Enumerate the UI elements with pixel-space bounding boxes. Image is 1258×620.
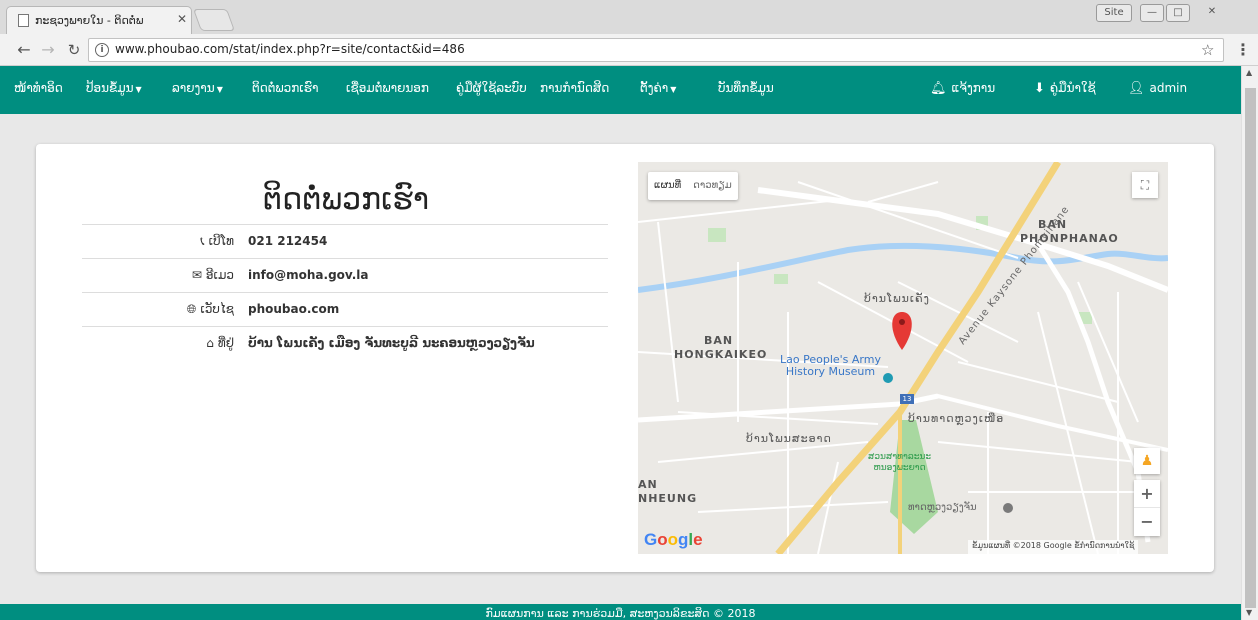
close-window-icon[interactable]: ✕ bbox=[1196, 4, 1228, 22]
envelope-icon: ✉ bbox=[191, 268, 202, 282]
fullscreen-icon[interactable]: ⛶ bbox=[1132, 172, 1158, 198]
page-icon bbox=[18, 14, 29, 27]
browser-menu-icon[interactable]: ⋮ bbox=[1235, 40, 1251, 60]
map-label-hongkaikeo: HONGKAIKEO bbox=[674, 348, 768, 361]
map-label-that-luang-stupa: ທາດຫຼວງວຽງຈັນ bbox=[908, 502, 977, 513]
google-logo[interactable]: Google bbox=[644, 530, 703, 550]
map-label-park: ສວນສາທາລະນະ ຫນອງພະຍາດ bbox=[868, 452, 932, 473]
map-label-phonkheng: ບ້ານໂພນເຄັງ bbox=[864, 292, 930, 305]
main-navbar: ໜ້າທຳອິດ ປ້ອນຂໍ້ມູນ ▼ ລາຍງານ ▼ ຕິດຕໍ່ພວກເຮ… bbox=[0, 66, 1241, 114]
contact-row-email: ✉ ອີເມວ info@moha.gov.la bbox=[82, 258, 608, 292]
browser-tab[interactable]: ກະຊວງພາຍໃນ - ຕິດຕໍ່ພ ✕ bbox=[6, 6, 192, 34]
contact-card: ຕິດຕໍ່ພວກເຮົາ 📞︎ ເບີໂທ 021 212454 ✉ ອີເມວ … bbox=[36, 144, 1214, 572]
map-label-phonsaat: ບ້ານໂພນສະອາດ bbox=[746, 432, 832, 445]
map-tab-satellite[interactable]: ດາວທຽມ bbox=[687, 172, 738, 199]
globe-icon: 🌐︎ bbox=[186, 302, 197, 316]
map-label-ban-2: BAN bbox=[704, 334, 734, 347]
nav-notifications[interactable]: 🔔︎ ແຈ້ງການ bbox=[930, 81, 995, 99]
nav-item-contact[interactable]: ຕິດຕໍ່ພວກເຮົາ bbox=[252, 81, 318, 99]
browser-tabstrip: ກະຊວງພາຍໃນ - ຕິດຕໍ່ພ ✕ Site — □ ✕ bbox=[0, 0, 1258, 34]
phone-icon: 📞︎ bbox=[200, 234, 205, 248]
zoom-out-button[interactable]: − bbox=[1134, 508, 1160, 536]
bell-icon: 🔔︎ bbox=[930, 81, 947, 96]
map-label-thatluang: ບ້ານທາດຫຼວງເໜືອ bbox=[908, 412, 1005, 425]
scroll-up-icon[interactable]: ▲ bbox=[1246, 68, 1252, 77]
new-tab-button[interactable] bbox=[192, 9, 236, 31]
nav-item-user-guide[interactable]: ຄູ່ມືຜູ້ໃຊ້ລະບົບ bbox=[456, 81, 527, 99]
bookmark-star-icon[interactable]: ☆ bbox=[1201, 41, 1214, 59]
page-content: ຕິດຕໍ່ພວກເຮົາ 📞︎ ເບີໂທ 021 212454 ✉ ອີເມວ … bbox=[0, 114, 1241, 604]
zoom-in-button[interactable]: + bbox=[1134, 480, 1160, 508]
page-footer: ກົມແຜນການ ແລະ ການຮ່ວມມື, ສະຫງວນລິຂະສິດ ©… bbox=[0, 604, 1241, 620]
contact-value-phone: 021 212454 bbox=[248, 234, 328, 248]
contact-row-phone: 📞︎ ເບີໂທ 021 212454 bbox=[82, 224, 608, 258]
page-title: ຕິດຕໍ່ພວກເຮົາ bbox=[262, 182, 430, 217]
nav-item-permissions[interactable]: ການກຳນົດສິດ bbox=[540, 81, 609, 99]
map-poi-museum: Lao People's Army History Museum bbox=[780, 353, 881, 378]
close-tab-icon[interactable]: ✕ bbox=[175, 12, 189, 28]
nav-item-settings[interactable]: ຕັ້ງຄ່າ ▼ bbox=[640, 81, 676, 99]
contact-label: ທີ່ຢູ່ bbox=[217, 336, 234, 350]
nav-item-reports[interactable]: ລາຍງານ ▼ bbox=[172, 81, 223, 99]
minimize-icon[interactable]: — bbox=[1140, 4, 1164, 22]
map-type-control: ແຜນທີ່ ດາວທຽມ bbox=[648, 172, 738, 200]
browser-toolbar: ← → ↻ i www.phoubao.com/stat/index.php?r… bbox=[0, 34, 1258, 66]
street-view-pegman-icon[interactable]: ♟ bbox=[1134, 448, 1160, 474]
download-icon: ⬇ bbox=[1034, 81, 1045, 96]
back-arrow-icon[interactable]: ← bbox=[14, 40, 34, 60]
google-map[interactable]: ແຜນທີ່ ດາວທຽມ ⛶ BAN PHONPHANAO ບ້ານໂພນເຄັ… bbox=[638, 162, 1168, 554]
nav-item-home[interactable]: ໜ້າທຳອິດ bbox=[14, 81, 63, 99]
contact-label: ອີເມວ bbox=[205, 268, 234, 282]
map-tab-map[interactable]: ແຜນທີ່ bbox=[648, 172, 687, 199]
map-label-an: AN bbox=[638, 478, 658, 491]
profile-button[interactable]: Site bbox=[1096, 4, 1132, 22]
contact-row-address: ⌂ ທີ່ຢູ່ ບ້ານ ໂພນເຄັງ ເມືອງ ຈັນທະບູລີ ນະຄ… bbox=[82, 326, 608, 360]
nav-manual-download[interactable]: ⬇ ຄູ່ມືນຳໃຊ້ bbox=[1034, 81, 1096, 99]
home-icon: ⌂ bbox=[206, 336, 214, 350]
contact-label: ເວັບໄຊ bbox=[200, 302, 234, 316]
contact-value-address: ບ້ານ ໂພນເຄັງ ເມືອງ ຈັນທະບູລີ ນະຄອນຫຼວງວຽ… bbox=[248, 336, 535, 350]
forward-arrow-icon[interactable]: → bbox=[38, 40, 58, 60]
contact-row-website: 🌐︎ ເວັບໄຊ phoubao.com bbox=[82, 292, 608, 326]
info-icon[interactable]: i bbox=[95, 43, 109, 57]
nav-item-external-links[interactable]: ເຊື່ອມຕໍ່ພາຍນອກ bbox=[346, 81, 429, 99]
tab-title: ກະຊວງພາຍໃນ - ຕິດຕໍ່ພ bbox=[35, 14, 144, 27]
map-attribution[interactable]: ຂໍ້ມູນແຜນທີ່ ©2018 Google ຂໍ້ກຳນົດການນຳໃ… bbox=[968, 540, 1139, 554]
nav-item-data-entry[interactable]: ປ້ອນຂໍ້ມູນ ▼ bbox=[86, 81, 142, 99]
contact-value-website: phoubao.com bbox=[248, 302, 340, 316]
contact-label: ເບີໂທ bbox=[208, 234, 234, 248]
nav-item-save-data[interactable]: ບັນທຶກຂໍ້ມູນ bbox=[718, 81, 774, 99]
url-text[interactable]: www.phoubao.com/stat/index.php?r=site/co… bbox=[115, 42, 465, 60]
caret-down-icon: ▼ bbox=[216, 85, 223, 94]
scrollbar-thumb[interactable] bbox=[1245, 88, 1256, 608]
scroll-down-icon[interactable]: ▼ bbox=[1246, 608, 1252, 617]
map-label-nheung: NHEUNG bbox=[638, 492, 698, 505]
zoom-control: + − bbox=[1134, 480, 1160, 536]
user-icon: 👤︎ bbox=[1128, 81, 1145, 96]
caret-down-icon: ▼ bbox=[135, 85, 142, 94]
route-13-badge: 13 bbox=[900, 394, 914, 404]
caret-down-icon: ▼ bbox=[670, 85, 677, 94]
contact-value-email: info@moha.gov.la bbox=[248, 268, 369, 282]
page-scrollbar[interactable]: ▲ ▼ bbox=[1241, 66, 1258, 620]
nav-user-menu[interactable]: 👤︎ admin bbox=[1128, 81, 1187, 99]
contact-table: 📞︎ ເບີໂທ 021 212454 ✉ ອີເມວ info@moha.gov.… bbox=[82, 224, 608, 360]
address-bar[interactable]: i www.phoubao.com/stat/index.php?r=site/… bbox=[88, 38, 1224, 62]
reload-icon[interactable]: ↻ bbox=[64, 40, 84, 60]
maximize-icon[interactable]: □ bbox=[1166, 4, 1190, 22]
